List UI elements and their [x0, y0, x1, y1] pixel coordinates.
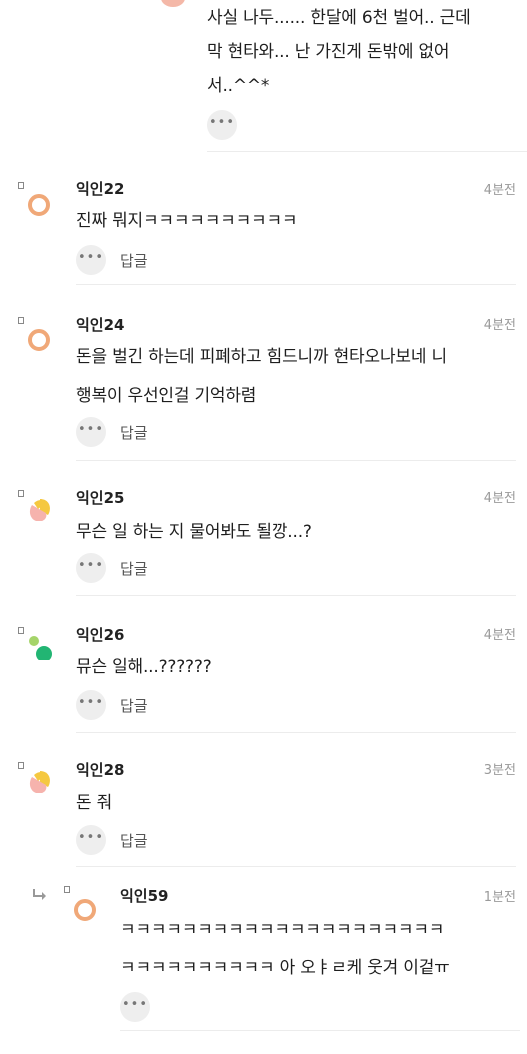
divider — [120, 1030, 520, 1031]
ellipsis-icon: ••• — [77, 830, 104, 845]
commenter-name[interactable]: 익인59 — [120, 885, 168, 906]
comment-text-line: ㅋㅋㅋㅋㅋㅋㅋㅋㅋㅋㅋㅋㅋㅋㅋㅋㅋㅋㅋㅋㅋ — [120, 920, 445, 940]
avatar — [29, 499, 50, 521]
more-options-button[interactable]: ••• — [76, 825, 106, 855]
ellipsis-icon: ••• — [121, 997, 148, 1012]
comment-item: 익인24 4분전 돈을 벌긴 하는데 피폐하고 힘드니까 현타오나보네 니 행복… — [0, 300, 527, 461]
timestamp: 4분전 — [483, 318, 516, 333]
reply-button[interactable]: 답글 — [120, 422, 148, 443]
comment-text-line: 무슨 일 하는 지 물어봐도 될깡...? — [76, 522, 312, 542]
ellipsis-icon: ••• — [208, 115, 235, 130]
comment-text-line: 돈 줘 — [76, 793, 113, 813]
divider — [76, 460, 516, 461]
more-options-button[interactable]: ••• — [76, 417, 106, 447]
marker-icon — [18, 317, 24, 324]
commenter-name[interactable]: 익인28 — [76, 759, 124, 780]
comment-text-line: 막 현타와... 난 가진게 돈밖에 없어 — [207, 42, 450, 62]
divider — [76, 732, 516, 733]
ellipsis-icon: ••• — [77, 422, 104, 437]
comment-item: 익인22 4분전 진짜 뭐지ㅋㅋㅋㅋㅋㅋㅋㅋㅋㅋ ••• 답글 — [0, 165, 527, 285]
ellipsis-icon: ••• — [77, 250, 104, 265]
commenter-name[interactable]: 익인26 — [76, 624, 124, 645]
reply-button[interactable]: 답글 — [120, 250, 148, 271]
comment-text-line: 서..^^* — [207, 76, 270, 96]
marker-icon — [64, 886, 70, 893]
ellipsis-icon: ••• — [77, 558, 104, 573]
divider — [207, 151, 527, 152]
comment-item: 익인25 4분전 무슨 일 하는 지 물어봐도 될깡...? ••• 답글 — [0, 473, 527, 598]
divider — [76, 595, 516, 596]
reply-button[interactable]: 답글 — [120, 695, 148, 716]
more-options-button[interactable]: ••• — [76, 553, 106, 583]
reply-button[interactable]: 답글 — [120, 830, 148, 851]
timestamp: 4분전 — [483, 628, 516, 643]
timestamp: 1분전 — [483, 890, 516, 905]
comment-text-line: 뮤슨 일해...?????? — [76, 657, 212, 677]
avatar — [28, 329, 50, 351]
marker-icon — [18, 627, 24, 634]
commenter-name[interactable]: 익인22 — [76, 178, 124, 199]
marker-icon — [18, 490, 24, 497]
comment-text-line: 사실 나두...... 한달에 6천 벌어.. 근데 — [207, 8, 471, 28]
commenter-name[interactable]: 익인24 — [76, 314, 124, 335]
comment-text-line: 행복이 우선인걸 기억하렴 — [76, 386, 257, 406]
timestamp: 3분전 — [483, 763, 516, 778]
more-options-button[interactable]: ••• — [76, 245, 106, 275]
comment-text-line: ㅋㅋㅋㅋㅋㅋㅋㅋㅋㅋ 아 오ㅑㄹ케 웃겨 이겉ㅠ — [120, 958, 450, 978]
comment-item: 익인28 3분전 돈 줘 ••• 답글 — [0, 745, 527, 870]
marker-icon — [18, 182, 24, 189]
timestamp: 4분전 — [483, 183, 516, 198]
avatar — [28, 194, 50, 216]
top-comment: 사실 나두...... 한달에 6천 벌어.. 근데 막 현타와... 난 가진… — [0, 0, 527, 152]
more-options-button[interactable]: ••• — [207, 110, 237, 140]
more-options-button[interactable]: ••• — [76, 690, 106, 720]
avatar — [74, 899, 96, 921]
nested-reply: 익인59 1분전 ㅋㅋㅋㅋㅋㅋㅋㅋㅋㅋㅋㅋㅋㅋㅋㅋㅋㅋㅋㅋㅋ ㅋㅋㅋㅋㅋㅋㅋㅋㅋ… — [0, 880, 527, 1054]
comment-text-line: 진짜 뭐지ㅋㅋㅋㅋㅋㅋㅋㅋㅋㅋ — [76, 211, 298, 231]
commenter-name[interactable]: 익인25 — [76, 487, 124, 508]
reply-button[interactable]: 답글 — [120, 558, 148, 579]
comment-text-line: 돈을 벌긴 하는데 피폐하고 힘드니까 현타오나보네 니 — [76, 347, 447, 367]
timestamp: 4분전 — [483, 491, 516, 506]
comment-item: 익인26 4분전 뮤슨 일해...?????? ••• 답글 — [0, 610, 527, 735]
divider — [76, 866, 516, 867]
reply-arrow-icon — [33, 889, 46, 900]
marker-icon — [18, 762, 24, 769]
avatar — [29, 636, 52, 660]
avatar-partial — [161, 0, 185, 7]
ellipsis-icon: ••• — [77, 695, 104, 710]
more-options-button[interactable]: ••• — [120, 992, 150, 1022]
avatar — [29, 771, 50, 793]
divider — [76, 284, 516, 285]
